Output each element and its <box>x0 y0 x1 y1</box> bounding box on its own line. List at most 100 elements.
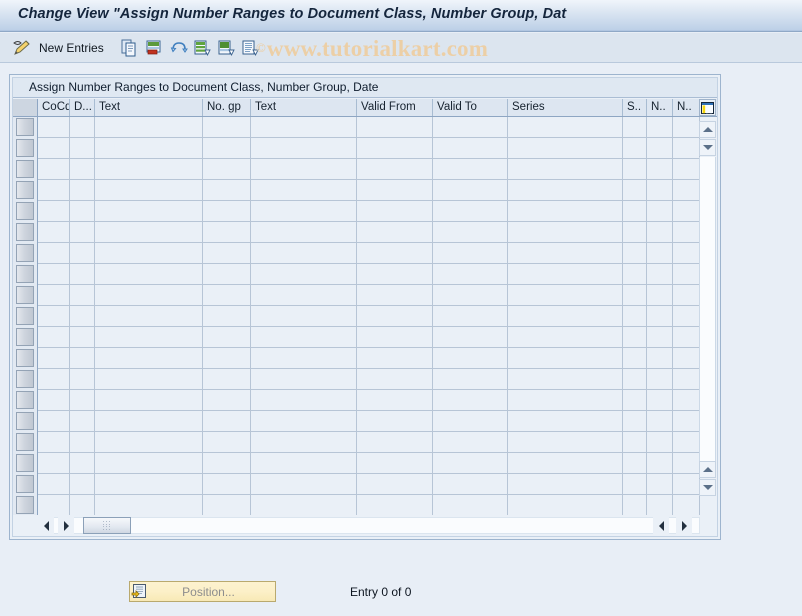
cell-d[interactable] <box>70 159 95 180</box>
cell-s[interactable] <box>623 411 647 432</box>
cell-series[interactable] <box>508 474 623 495</box>
cell-text1[interactable] <box>95 117 203 138</box>
table-row[interactable] <box>13 117 717 138</box>
cell-no_gp[interactable] <box>203 411 251 432</box>
vertical-scrollbar[interactable] <box>699 99 716 537</box>
cell-text2[interactable] <box>251 348 357 369</box>
cell-valid_from[interactable] <box>357 243 433 264</box>
row-selector-button[interactable] <box>16 475 34 493</box>
cell-valid_to[interactable] <box>433 180 508 201</box>
table-settings-icon[interactable] <box>699 99 716 116</box>
cell-valid_to[interactable] <box>433 327 508 348</box>
cell-n1[interactable] <box>647 390 673 411</box>
cell-no_gp[interactable] <box>203 180 251 201</box>
cell-series[interactable] <box>508 432 623 453</box>
cell-no_gp[interactable] <box>203 390 251 411</box>
cell-valid_from[interactable] <box>357 285 433 306</box>
cell-valid_to[interactable] <box>433 117 508 138</box>
cell-d[interactable] <box>70 285 95 306</box>
cell-valid_to[interactable] <box>433 411 508 432</box>
cell-series[interactable] <box>508 243 623 264</box>
cell-n2[interactable] <box>673 201 700 222</box>
cell-text2[interactable] <box>251 222 357 243</box>
cell-valid_to[interactable] <box>433 306 508 327</box>
table-row[interactable] <box>13 180 717 201</box>
cell-cocd[interactable] <box>38 369 70 390</box>
cell-d[interactable] <box>70 411 95 432</box>
cell-cocd[interactable] <box>38 285 70 306</box>
cell-s[interactable] <box>623 369 647 390</box>
table-row[interactable] <box>13 453 717 474</box>
cell-s[interactable] <box>623 117 647 138</box>
cell-valid_from[interactable] <box>357 159 433 180</box>
cell-text1[interactable] <box>95 306 203 327</box>
row-selector-button[interactable] <box>16 496 34 514</box>
hscroll-thumb[interactable]: :::::: <box>83 517 131 534</box>
display-change-icon[interactable] <box>12 36 32 60</box>
table-row[interactable] <box>13 369 717 390</box>
cell-s[interactable] <box>623 453 647 474</box>
cell-series[interactable] <box>508 117 623 138</box>
cell-n2[interactable] <box>673 369 700 390</box>
cell-valid_from[interactable] <box>357 432 433 453</box>
undo-icon[interactable] <box>170 36 188 60</box>
cell-text1[interactable] <box>95 180 203 201</box>
cell-no_gp[interactable] <box>203 243 251 264</box>
cell-valid_to[interactable] <box>433 390 508 411</box>
row-selector-button[interactable] <box>16 202 34 220</box>
cell-series[interactable] <box>508 390 623 411</box>
cell-cocd[interactable] <box>38 201 70 222</box>
vscroll-track[interactable] <box>699 157 716 461</box>
row-selector-button[interactable] <box>16 349 34 367</box>
cell-text1[interactable] <box>95 453 203 474</box>
cell-valid_from[interactable] <box>357 327 433 348</box>
cell-valid_from[interactable] <box>357 411 433 432</box>
cell-n2[interactable] <box>673 306 700 327</box>
row-selector-button[interactable] <box>16 265 34 283</box>
scroll-right-icon[interactable] <box>58 517 74 534</box>
cell-n1[interactable] <box>647 474 673 495</box>
cell-n1[interactable] <box>647 264 673 285</box>
cell-n1[interactable] <box>647 222 673 243</box>
cell-valid_to[interactable] <box>433 495 508 515</box>
cell-s[interactable] <box>623 327 647 348</box>
cell-no_gp[interactable] <box>203 138 251 159</box>
table-row[interactable] <box>13 495 717 515</box>
cell-text1[interactable] <box>95 411 203 432</box>
cell-n1[interactable] <box>647 159 673 180</box>
cell-n1[interactable] <box>647 306 673 327</box>
cell-n2[interactable] <box>673 222 700 243</box>
table-row[interactable] <box>13 222 717 243</box>
column-header-sel[interactable] <box>13 99 38 116</box>
cell-series[interactable] <box>508 138 623 159</box>
scroll-right-end-icon[interactable] <box>676 517 692 534</box>
column-header-text1[interactable]: Text <box>95 99 203 116</box>
cell-n1[interactable] <box>647 348 673 369</box>
cell-text1[interactable] <box>95 390 203 411</box>
cell-cocd[interactable] <box>38 411 70 432</box>
table-row[interactable] <box>13 201 717 222</box>
cell-valid_from[interactable] <box>357 222 433 243</box>
table-row[interactable] <box>13 474 717 495</box>
row-selector-button[interactable] <box>16 433 34 451</box>
cell-cocd[interactable] <box>38 222 70 243</box>
cell-s[interactable] <box>623 180 647 201</box>
copy-icon[interactable] <box>120 36 138 60</box>
cell-s[interactable] <box>623 285 647 306</box>
cell-no_gp[interactable] <box>203 201 251 222</box>
table-row[interactable] <box>13 411 717 432</box>
row-selector-button[interactable] <box>16 328 34 346</box>
cell-text2[interactable] <box>251 327 357 348</box>
cell-valid_from[interactable] <box>357 369 433 390</box>
row-selector-button[interactable] <box>16 181 34 199</box>
column-header-no_gp[interactable]: No. gp <box>203 99 251 116</box>
cell-d[interactable] <box>70 474 95 495</box>
cell-series[interactable] <box>508 411 623 432</box>
cell-series[interactable] <box>508 495 623 515</box>
cell-no_gp[interactable] <box>203 474 251 495</box>
cell-n1[interactable] <box>647 117 673 138</box>
cell-s[interactable] <box>623 201 647 222</box>
cell-s[interactable] <box>623 474 647 495</box>
cell-text2[interactable] <box>251 180 357 201</box>
cell-n1[interactable] <box>647 432 673 453</box>
